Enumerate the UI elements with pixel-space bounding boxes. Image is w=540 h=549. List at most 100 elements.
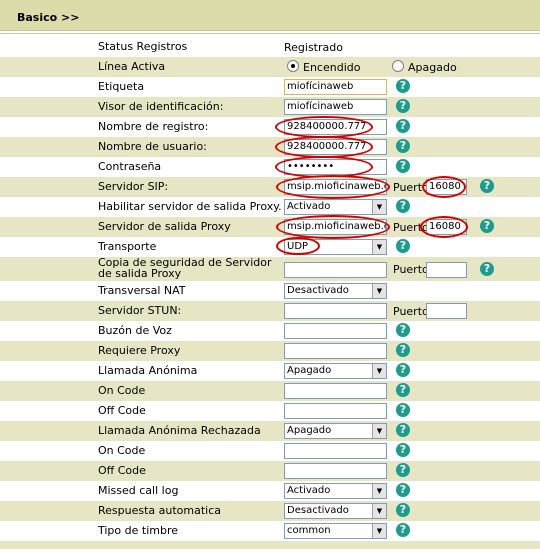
status-value: Registrado	[284, 41, 343, 54]
divider	[0, 33, 540, 34]
help-icon[interactable]: ?	[396, 119, 410, 133]
row-servidor-sip: Servidor SIP: msip.mioficinaweb.es Puert…	[0, 175, 540, 199]
help-icon[interactable]: ?	[396, 79, 410, 93]
divider	[0, 30, 540, 31]
chevron-down-icon[interactable]: ▼	[372, 484, 386, 498]
chevron-down-icon[interactable]: ▼	[372, 364, 386, 378]
help-icon[interactable]: ?	[480, 179, 494, 193]
help-icon[interactable]: ?	[396, 523, 410, 537]
timbre-select[interactable]: common ▼	[284, 523, 387, 539]
habilitar-proxy-select[interactable]: Activado ▼	[284, 199, 387, 215]
row-nat: Transversal NAT Desactivado ▼	[0, 281, 540, 301]
row-transporte: Transporte UDP ▼ ?	[0, 237, 540, 257]
section-header: Basico >>	[0, 0, 540, 30]
field-label: Nombre de registro:	[98, 120, 209, 133]
row-proxy: Servidor de salida Proxy msip.mioficinaw…	[0, 215, 540, 239]
field-label: Nombre de usuario:	[98, 140, 207, 153]
row-stun: Servidor STUN: Puerto	[0, 301, 540, 321]
stun-input[interactable]	[284, 303, 387, 319]
chevron-down-icon[interactable]: ▼	[372, 504, 386, 518]
buzon-input[interactable]	[284, 323, 387, 339]
off-code-input[interactable]	[284, 463, 387, 479]
help-icon[interactable]: ?	[396, 503, 410, 517]
radio-apagado[interactable]	[392, 60, 404, 72]
help-icon[interactable]: ?	[480, 219, 494, 233]
row-timbre: Tipo de timbre common ▼ ?	[0, 521, 540, 541]
row-copia-proxy: Copia de seguridad de Servidor de salida…	[0, 257, 540, 281]
port-label: Puerto	[393, 221, 429, 234]
row-habilitar-proxy: Habilitar servidor de salida Proxy. Acti…	[0, 197, 540, 217]
port-label: Puerto	[393, 305, 429, 318]
backup-proxy-input[interactable]	[284, 262, 387, 278]
etiqueta-input[interactable]: miofícinaweb	[284, 79, 387, 95]
chevron-down-icon[interactable]: ▼	[372, 200, 386, 214]
row-anonima-rechazada: Llamada Anónima Rechazada Apagado ▼ ?	[0, 421, 540, 441]
nat-select[interactable]: Desactivado ▼	[284, 283, 387, 299]
help-icon[interactable]: ?	[396, 139, 410, 153]
help-icon[interactable]: ?	[396, 383, 410, 397]
sip-port-input[interactable]: 16080	[426, 179, 467, 195]
radio-label: Apagado	[408, 61, 457, 74]
chevron-down-icon[interactable]: ▼	[372, 240, 386, 254]
help-icon[interactable]: ?	[396, 343, 410, 357]
select-value: common	[287, 525, 331, 536]
field-label: Buzón de Voz	[98, 324, 172, 337]
help-icon[interactable]: ?	[396, 363, 410, 377]
field-label: Respuesta automatica	[98, 504, 222, 517]
field-label: Copia de seguridad de Servidor de salida…	[98, 256, 272, 280]
chevron-down-icon[interactable]: ▼	[372, 284, 386, 298]
usuario-input[interactable]: 928400000.777	[284, 139, 387, 155]
help-icon[interactable]: ?	[480, 262, 494, 276]
chevron-down-icon[interactable]: ▼	[372, 424, 386, 438]
field-label: Transporte	[98, 240, 157, 253]
row-on-code: On Code ?	[0, 381, 540, 401]
radio-encendido[interactable]	[287, 60, 299, 72]
help-icon[interactable]: ?	[396, 423, 410, 437]
field-label: Visor de identificación:	[98, 100, 224, 113]
row-contrasena: Contraseña •••••••• ?	[0, 156, 540, 178]
help-icon[interactable]: ?	[396, 403, 410, 417]
row-status: Status Registros Registrado	[0, 37, 540, 57]
proxy-port-input[interactable]: 16080	[426, 219, 467, 235]
on-code-input[interactable]	[284, 383, 387, 399]
section-title[interactable]: Basico >>	[17, 11, 79, 24]
field-label: Off Code	[98, 464, 146, 477]
chevron-down-icon[interactable]: ▼	[372, 524, 386, 538]
select-value: Activado	[287, 201, 331, 212]
help-icon[interactable]: ?	[396, 443, 410, 457]
password-input[interactable]: ••••••••	[284, 159, 387, 175]
sip-server-input[interactable]: msip.mioficinaweb.es	[284, 179, 387, 195]
help-icon[interactable]: ?	[396, 239, 410, 253]
stun-port-input[interactable]	[426, 303, 467, 319]
off-code-input[interactable]	[284, 403, 387, 419]
field-label: Llamada Anónima	[98, 364, 198, 377]
help-icon[interactable]: ?	[396, 99, 410, 113]
missed-call-select[interactable]: Activado ▼	[284, 483, 387, 499]
help-icon[interactable]: ?	[396, 483, 410, 497]
transporte-select[interactable]: UDP ▼	[284, 239, 387, 255]
row-etiqueta: Etiqueta miofícinaweb ?	[0, 77, 540, 97]
anonima-rechazada-select[interactable]: Apagado ▼	[284, 423, 387, 439]
help-icon[interactable]: ?	[396, 159, 410, 173]
field-label: Llamada Anónima Rechazada	[98, 424, 261, 437]
help-icon[interactable]: ?	[396, 463, 410, 477]
row-on-code: On Code ?	[0, 441, 540, 461]
backup-port-input[interactable]	[426, 262, 467, 278]
field-label: Servidor de salida Proxy	[98, 220, 231, 233]
field-label: Requiere Proxy	[98, 344, 181, 357]
radio-label: Encendido	[303, 61, 361, 74]
requiere-proxy-input[interactable]	[284, 343, 387, 359]
field-label: On Code	[98, 384, 146, 397]
respuesta-select[interactable]: Desactivado ▼	[284, 503, 387, 519]
select-value: Activado	[287, 485, 331, 496]
select-value: Apagado	[287, 365, 332, 376]
on-code-input[interactable]	[284, 443, 387, 459]
help-icon[interactable]: ?	[396, 199, 410, 213]
registro-input[interactable]: 928400000.777	[284, 119, 387, 135]
row-registro: Nombre de registro: 928400000.777 ?	[0, 116, 540, 138]
help-icon[interactable]: ?	[396, 323, 410, 337]
anonima-select[interactable]: Apagado ▼	[284, 363, 387, 379]
visor-input[interactable]: miofícinaweb	[284, 99, 387, 115]
row-buzon: Buzón de Voz ?	[0, 321, 540, 341]
proxy-server-input[interactable]: msip.mioficinaweb.es	[284, 219, 387, 235]
